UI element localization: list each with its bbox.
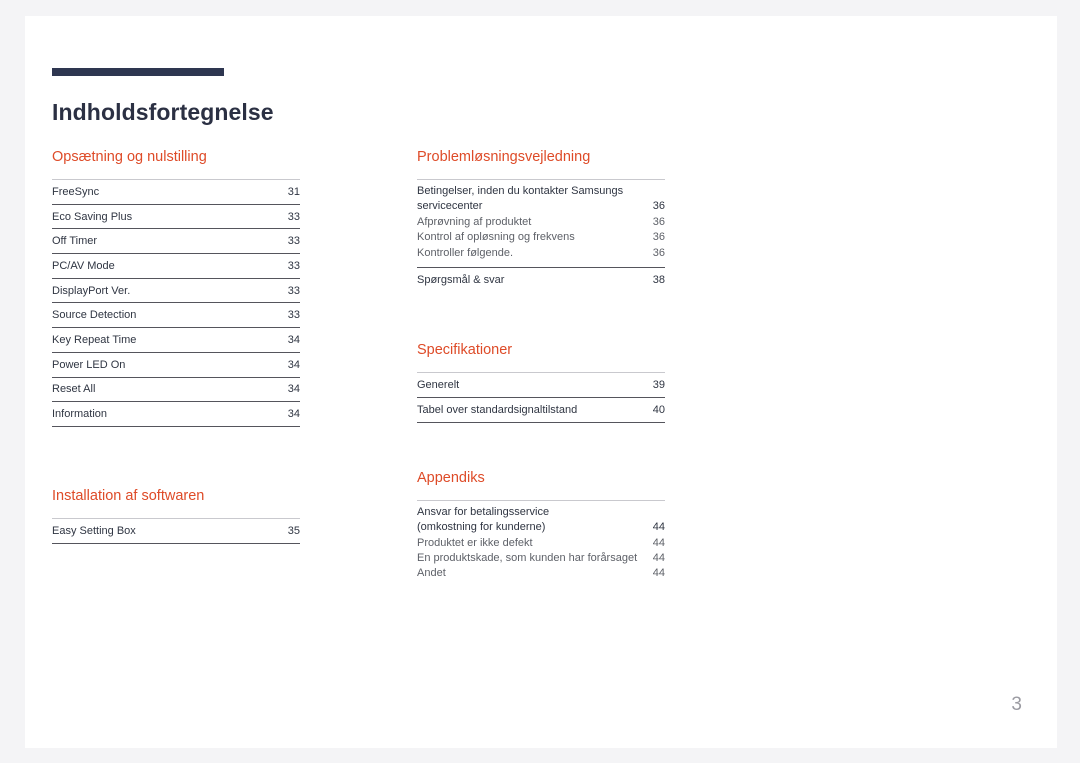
toc-entry-page: 44 bbox=[652, 521, 665, 534]
toc-entry-label: Kontrol af opløsning og frekvens bbox=[417, 231, 575, 244]
toc-entry-label: Key Repeat Time bbox=[52, 333, 137, 346]
toc-entry-page: 44 bbox=[652, 567, 665, 580]
section-heading: Installation af softwaren bbox=[52, 487, 205, 504]
list-item[interactable]: Kontroller følgende. 36 bbox=[417, 246, 665, 261]
toc-entry-page: 33 bbox=[287, 309, 300, 322]
section-heading: Appendiks bbox=[417, 469, 485, 486]
list-item[interactable]: Kontrol af opløsning og frekvens 36 bbox=[417, 230, 665, 245]
toc-entry-label: (omkostning for kunderne) bbox=[417, 521, 546, 534]
toc-entry-label: PC/AV Mode bbox=[52, 259, 115, 272]
toc-entry-label: Afprøvning af produktet bbox=[417, 215, 532, 228]
toc-entry-label: Easy Setting Box bbox=[52, 524, 136, 537]
toc-entry-label: Eco Saving Plus bbox=[52, 210, 133, 223]
table-row[interactable]: Eco Saving Plus 33 bbox=[52, 205, 300, 230]
toc-entry-label: Andet bbox=[417, 567, 446, 580]
toc-right-column: Problemløsningsvejledning Betingelser, i… bbox=[417, 148, 665, 582]
toc-entry-page: 31 bbox=[287, 185, 300, 198]
toc-entry-label: Ansvar for betalingsservice bbox=[417, 505, 550, 518]
toc-entry-page: 38 bbox=[652, 274, 665, 287]
toc-entry-page: 39 bbox=[652, 379, 665, 392]
page-number: 3 bbox=[1011, 694, 1022, 715]
toc-group: Betingelser, inden du kontakter Samsungs… bbox=[417, 179, 665, 261]
table-row[interactable]: DisplayPort Ver. 33 bbox=[52, 279, 300, 304]
toc-entry-page: 33 bbox=[287, 210, 300, 223]
list-item[interactable]: Betingelser, inden du kontakter Samsungs bbox=[417, 184, 665, 199]
toc-entry-page: 36 bbox=[652, 200, 665, 213]
table-row[interactable]: Off Timer 33 bbox=[52, 229, 300, 255]
table-row[interactable]: Easy Setting Box 35 bbox=[52, 519, 300, 544]
toc-row-list: Generelt 39 Tabel over standardsignaltil… bbox=[417, 372, 665, 423]
table-row[interactable]: PC/AV Mode 33 bbox=[52, 254, 300, 279]
toc-entry-label: Generelt bbox=[417, 379, 460, 392]
toc-entry-page: 34 bbox=[287, 358, 300, 371]
toc-entry-page: 44 bbox=[652, 552, 665, 565]
toc-entry-label: En produktskade, som kunden har forårsag… bbox=[417, 552, 638, 565]
table-row[interactable]: Tabel over standardsignaltilstand 40 bbox=[417, 398, 665, 423]
toc-section-opsaetning-og-nulstilling: Opsætning og nulstilling FreeSync 31 Eco… bbox=[52, 148, 300, 427]
toc-entry-page: 44 bbox=[652, 536, 665, 549]
list-item[interactable]: Ansvar for betalingsservice bbox=[417, 505, 665, 520]
toc-entry-page: 36 bbox=[652, 246, 665, 259]
table-row[interactable]: FreeSync 31 bbox=[52, 180, 300, 205]
toc-entry-page: 33 bbox=[287, 235, 300, 248]
table-row[interactable]: Generelt 39 bbox=[417, 373, 665, 399]
toc-entry-label: Tabel over standardsignaltilstand bbox=[417, 403, 578, 416]
toc-entry-page: 34 bbox=[287, 333, 300, 346]
toc-entry-page: 35 bbox=[287, 524, 300, 537]
toc-entry-label: Off Timer bbox=[52, 235, 98, 248]
list-item[interactable]: Andet 44 bbox=[417, 566, 665, 581]
toc-entry-label: Reset All bbox=[52, 383, 96, 396]
toc-section-appendiks: Appendiks Ansvar for betalingsservice (o… bbox=[417, 469, 665, 582]
table-row[interactable]: Source Detection 33 bbox=[52, 303, 300, 329]
toc-section-specifikationer: Specifikationer Generelt 39 Tabel over s… bbox=[417, 341, 665, 423]
list-item[interactable]: Produktet er ikke defekt 44 bbox=[417, 536, 665, 551]
toc-entry-label: servicecenter bbox=[417, 200, 483, 213]
toc-entry-label: Produktet er ikke defekt bbox=[417, 536, 533, 549]
section-heading: Opsætning og nulstilling bbox=[52, 149, 207, 165]
toc-entry-label: FreeSync bbox=[52, 185, 100, 198]
toc-entry-page: 33 bbox=[287, 259, 300, 272]
page-title: Indholdsfortegnelse bbox=[52, 99, 274, 126]
toc-entry-page: 34 bbox=[287, 383, 300, 396]
toc-group: Ansvar for betalingsservice (omkostning … bbox=[417, 499, 665, 582]
toc-entry-label: DisplayPort Ver. bbox=[52, 284, 131, 297]
toc-entry-page: 40 bbox=[652, 403, 665, 416]
section-heading: Specifikationer bbox=[417, 342, 513, 359]
list-item[interactable]: Spørgsmål & svar 38 bbox=[417, 273, 665, 288]
table-row[interactable]: Power LED On 34 bbox=[52, 353, 300, 378]
section-heading: Problemløsningsvejledning bbox=[417, 149, 591, 165]
title-rule-decoration bbox=[52, 68, 224, 76]
toc-entry-label: Source Detection bbox=[52, 309, 137, 322]
toc-entry-page: 36 bbox=[652, 215, 665, 228]
toc-entry-page: 33 bbox=[287, 284, 300, 297]
list-item[interactable]: En produktskade, som kunden har forårsag… bbox=[417, 551, 665, 566]
toc-entry-label: Information bbox=[52, 408, 108, 421]
toc-entry-label: Betingelser, inden du kontakter Samsungs bbox=[417, 185, 624, 197]
document-page: Indholdsfortegnelse Opsætning og nulstil… bbox=[25, 16, 1057, 748]
toc-group: Spørgsmål & svar 38 bbox=[417, 267, 665, 288]
toc-left-column: Opsætning og nulstilling FreeSync 31 Eco… bbox=[52, 148, 300, 544]
toc-section-problemloesningsvejledning: Problemløsningsvejledning Betingelser, i… bbox=[417, 148, 665, 288]
toc-row-list: FreeSync 31 Eco Saving Plus 33 Off Timer… bbox=[52, 179, 300, 427]
toc-entry-label: Kontroller følgende. bbox=[417, 246, 513, 259]
toc-entry-label: Power LED On bbox=[52, 358, 126, 371]
list-item[interactable]: servicecenter 36 bbox=[417, 199, 665, 214]
list-item[interactable]: (omkostning for kunderne) 44 bbox=[417, 520, 665, 535]
table-row[interactable]: Key Repeat Time 34 bbox=[52, 328, 300, 353]
toc-entry-page: 34 bbox=[287, 408, 300, 421]
toc-entry-page: 36 bbox=[652, 231, 665, 244]
toc-entry-label: Spørgsmål & svar bbox=[417, 274, 505, 287]
list-item[interactable]: Afprøvning af produktet 36 bbox=[417, 215, 665, 230]
toc-row-list: Easy Setting Box 35 bbox=[52, 517, 300, 544]
table-row[interactable]: Information 34 bbox=[52, 402, 300, 427]
table-row[interactable]: Reset All 34 bbox=[52, 378, 300, 403]
toc-section-installation-af-softwaren: Installation af softwaren Easy Setting B… bbox=[52, 487, 300, 544]
